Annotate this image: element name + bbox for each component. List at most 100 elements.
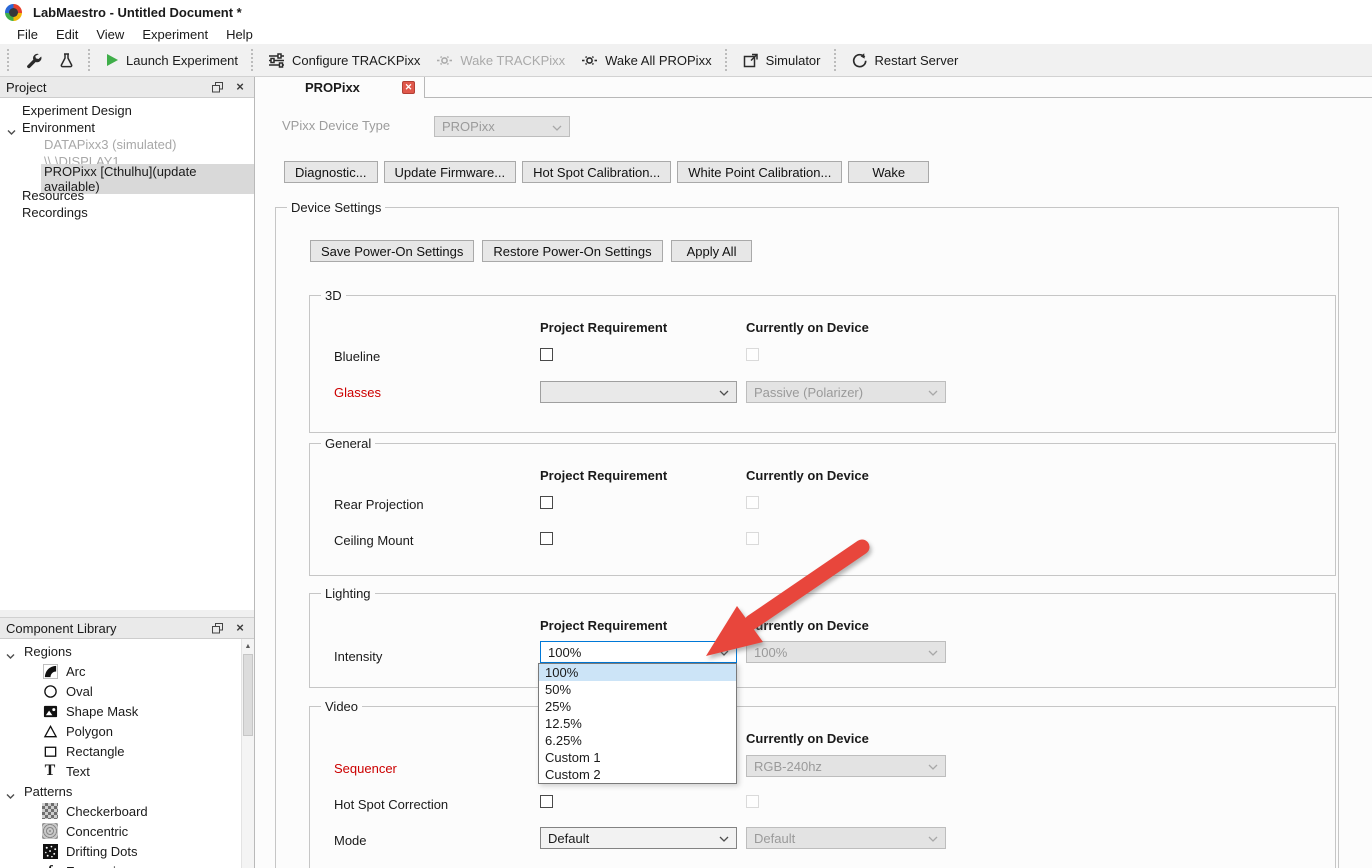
mode-project-select[interactable]: Default [540, 827, 737, 849]
restart-server-button[interactable]: Restart Server [843, 47, 967, 73]
sliders-icon [268, 52, 285, 69]
device-type-label: VPixx Device Type [282, 118, 390, 133]
sun-icon [581, 52, 598, 69]
chevron-down-icon [928, 650, 938, 656]
labmaestro-window: LabMaestro - Untitled Document * File Ed… [0, 0, 1372, 868]
drifting-dots-icon [42, 843, 58, 859]
configure-trackpixx-button[interactable]: Configure TRACKPixx [260, 47, 428, 73]
workspace: Project × Experiment Design Environment … [0, 77, 1372, 868]
launch-experiment-button[interactable]: Launch Experiment [97, 47, 246, 73]
rectangle-icon [42, 743, 58, 759]
tree-item-experiment-design[interactable]: Experiment Design [0, 102, 254, 119]
tab-bar: PROPixx ✕ [255, 77, 1372, 98]
scrollbar-thumb[interactable] [243, 654, 253, 736]
chevron-down-icon [928, 390, 938, 396]
close-panel-button[interactable]: × [232, 620, 248, 636]
white-point-calibration-button[interactable]: White Point Calibration... [677, 161, 842, 183]
window-title: LabMaestro - Untitled Document * [33, 5, 242, 20]
component-item-concentric[interactable]: Concentric [0, 821, 254, 841]
close-tab-icon[interactable]: ✕ [402, 81, 415, 94]
launch-experiment-label: Launch Experiment [126, 53, 238, 68]
group-patterns[interactable]: Patterns [0, 781, 254, 801]
update-firmware-button[interactable]: Update Firmware... [384, 161, 517, 183]
lighting-group-title: Lighting [321, 586, 375, 601]
float-panel-button[interactable] [209, 79, 225, 95]
project-tree: Experiment Design Environment DATAPixx3 … [0, 98, 254, 610]
scrollbar-up-icon[interactable]: ▲ [242, 639, 254, 653]
component-item-text[interactable]: T Text [0, 761, 254, 781]
3d-group-title: 3D [321, 288, 346, 303]
tree-item-recordings[interactable]: Recordings [0, 204, 254, 221]
video-group-title: Video [321, 699, 362, 714]
chevron-down-icon [928, 836, 938, 842]
dropdown-option-custom1[interactable]: Custom 1 [539, 749, 736, 766]
wake-all-propixx-button[interactable]: Wake All PROPixx [573, 47, 719, 73]
component-item-partial[interactable]: ƒ Expression [0, 861, 254, 868]
general-group-title: General [321, 436, 375, 451]
simulator-button[interactable]: Simulator [734, 47, 829, 73]
group-regions[interactable]: Regions [0, 641, 254, 661]
ceiling-mount-device-checkbox [746, 532, 759, 545]
menu-view[interactable]: View [87, 27, 133, 42]
component-item-polygon[interactable]: Polygon [0, 721, 254, 741]
hot-spot-calibration-button[interactable]: Hot Spot Calibration... [522, 161, 671, 183]
diagnostic-button[interactable]: Diagnostic... [284, 161, 378, 183]
ceiling-mount-project-checkbox[interactable] [540, 532, 553, 545]
intensity-label: Intensity [334, 649, 382, 664]
component-item-drifting-dots[interactable]: Drifting Dots [0, 841, 254, 861]
component-item-rectangle[interactable]: Rectangle [0, 741, 254, 761]
project-panel-title: Project [6, 80, 202, 95]
flask-button[interactable] [50, 47, 83, 73]
dropdown-option-6-25[interactable]: 6.25% [539, 732, 736, 749]
menu-edit[interactable]: Edit [47, 27, 87, 42]
blueline-project-checkbox[interactable] [540, 348, 553, 361]
tools-button[interactable] [16, 47, 50, 73]
scrollbar[interactable]: ▲ [241, 639, 254, 868]
restore-power-on-settings-button[interactable]: Restore Power-On Settings [482, 240, 662, 262]
toolbar-separator [88, 49, 92, 71]
left-dock: Project × Experiment Design Environment … [0, 77, 255, 868]
dropdown-option-custom2[interactable]: Custom 2 [539, 766, 736, 783]
tree-item-environment[interactable]: Environment [0, 119, 254, 136]
menu-help[interactable]: Help [217, 27, 262, 42]
dropdown-option-50[interactable]: 50% [539, 681, 736, 698]
component-item-checkerboard[interactable]: Checkerboard [0, 801, 254, 821]
tree-item-datapixx3[interactable]: DATAPixx3 (simulated) [0, 136, 254, 153]
menu-file[interactable]: File [8, 27, 47, 42]
currently-on-device-header: Currently on Device [746, 618, 869, 633]
rear-projection-project-checkbox[interactable] [540, 496, 553, 509]
dock-splitter[interactable] [0, 610, 254, 618]
menu-bar: File Edit View Experiment Help [0, 24, 1372, 44]
component-item-oval[interactable]: Oval [0, 681, 254, 701]
function-icon: ƒ [42, 863, 58, 868]
chevron-down-icon [719, 390, 729, 396]
dropdown-option-100[interactable]: 100% [539, 664, 736, 681]
float-panel-button[interactable] [209, 620, 225, 636]
apply-all-button[interactable]: Apply All [671, 240, 753, 262]
component-item-shape-mask[interactable]: Shape Mask [0, 701, 254, 721]
intensity-device-select: 100% [746, 641, 946, 663]
project-requirement-header: Project Requirement [540, 618, 667, 633]
ceiling-mount-label: Ceiling Mount [334, 533, 414, 548]
component-library-title: Component Library [6, 621, 202, 636]
wake-trackpixx-button[interactable]: Wake TRACKPixx [428, 47, 573, 73]
dropdown-option-12-5[interactable]: 12.5% [539, 715, 736, 732]
menu-experiment[interactable]: Experiment [133, 27, 217, 42]
tree-item-resources[interactable]: Resources [0, 187, 254, 204]
wake-button[interactable]: Wake [848, 161, 929, 183]
device-type-select: PROPixx [434, 116, 570, 137]
float-icon [212, 82, 223, 93]
external-link-icon [742, 52, 759, 69]
intensity-project-select[interactable]: 100% [540, 641, 737, 663]
save-power-on-settings-button[interactable]: Save Power-On Settings [310, 240, 474, 262]
tab-propixx[interactable]: PROPixx ✕ [255, 77, 425, 98]
currently-on-device-header: Currently on Device [746, 731, 869, 746]
flask-icon [58, 52, 75, 69]
hot-spot-project-checkbox[interactable] [540, 795, 553, 808]
oval-icon [42, 683, 58, 699]
component-item-arc[interactable]: Arc [0, 661, 254, 681]
tree-item-propixx[interactable]: PROPixx [Cthulhu](update available) [0, 170, 254, 187]
glasses-project-select[interactable] [540, 381, 737, 403]
dropdown-option-25[interactable]: 25% [539, 698, 736, 715]
close-panel-button[interactable]: × [232, 79, 248, 95]
